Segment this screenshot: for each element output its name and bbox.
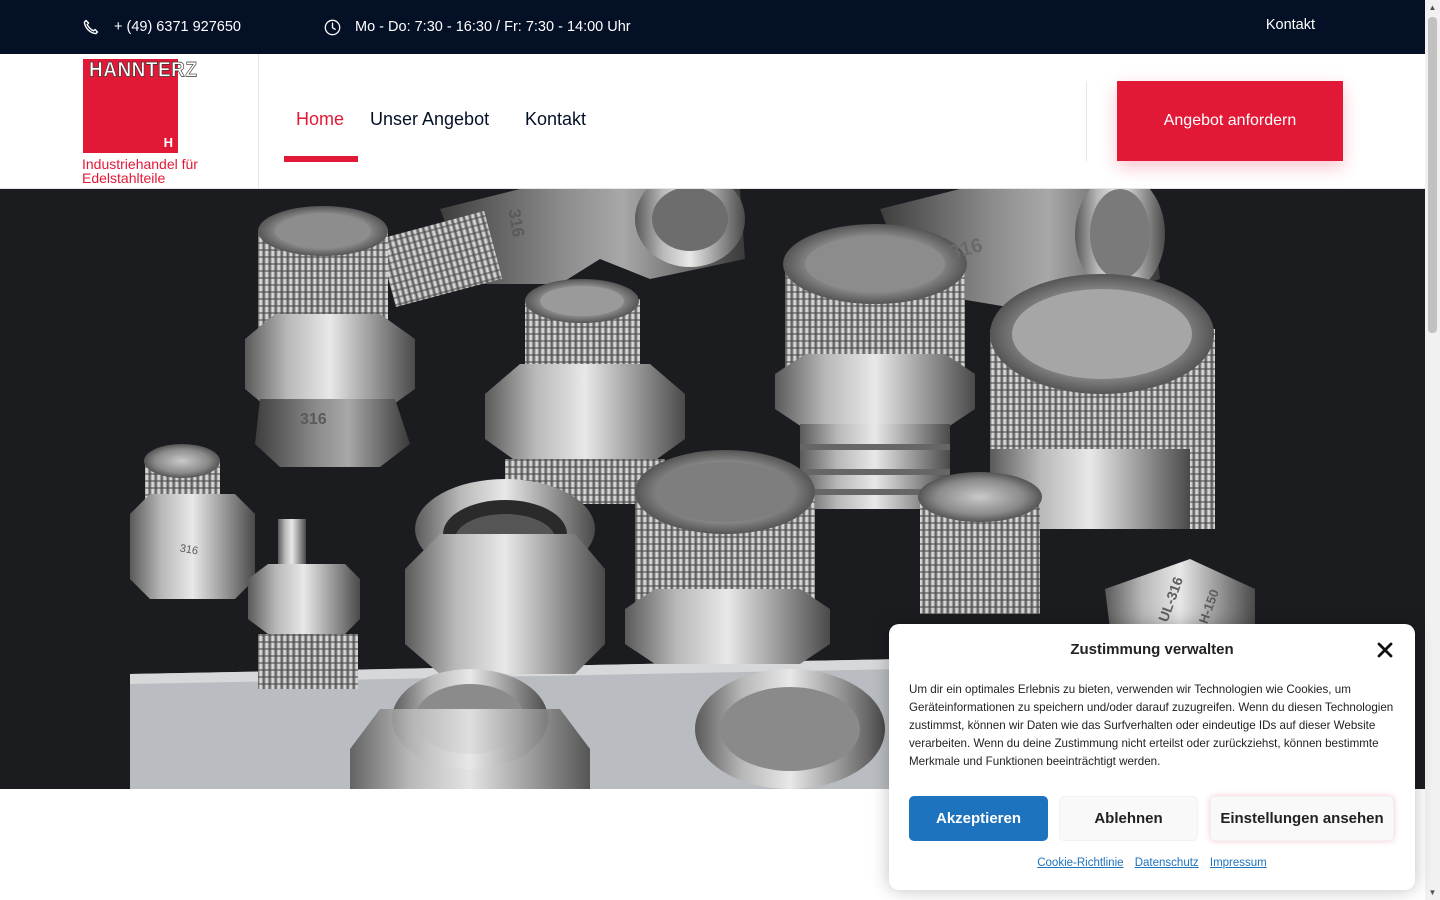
cookie-dialog-title: Zustimmung verwalten (1070, 641, 1234, 658)
cookie-dialog-text: Um dir ein optimales Erlebnis zu bieten,… (909, 683, 1394, 768)
site-header: HANNTERZ H Industriehandel für Edelstahl… (0, 54, 1425, 189)
logo[interactable]: HANNTERZ H (83, 59, 197, 153)
topbar-contact-link[interactable]: Kontakt (1266, 17, 1315, 33)
imprint-link[interactable]: Impressum (1210, 857, 1267, 869)
nav-active-indicator (284, 156, 358, 162)
topbar-hours-text: Mo - Do: 7:30 - 16:30 / Fr: 7:30 - 14:00… (355, 19, 631, 35)
logo-wordmark: HANNTERZ (89, 59, 198, 83)
top-bar: + (49) 6371 927650 Mo - Do: 7:30 - 16:30… (0, 0, 1425, 54)
phone-icon (82, 18, 100, 36)
clock-icon (323, 18, 341, 36)
close-icon[interactable] (1375, 640, 1395, 660)
accept-button[interactable]: Akzeptieren (909, 796, 1048, 841)
cookie-consent-dialog: Zustimmung verwalten Um dir ein optimale… (889, 624, 1415, 890)
page: + (49) 6371 927650 Mo - Do: 7:30 - 16:30… (0, 0, 1440, 900)
cookie-dialog-links: Cookie-Richtlinie Datenschutz Impressum (889, 857, 1415, 869)
request-quote-button[interactable]: Angebot anfordern (1117, 81, 1343, 161)
logo-mark: H (163, 135, 173, 150)
header-divider-right (1086, 81, 1087, 161)
stamp-316-a: 316 (300, 411, 327, 428)
privacy-link[interactable]: Datenschutz (1135, 857, 1199, 869)
deny-button[interactable]: Ablehnen (1059, 796, 1198, 841)
scroll-up-arrow-icon[interactable]: ▲ (1425, 0, 1440, 15)
page-scrollbar[interactable]: ▲ ▼ (1425, 0, 1440, 900)
cookie-policy-link[interactable]: Cookie-Richtlinie (1037, 857, 1123, 869)
nav-item-kontakt[interactable]: Kontakt (525, 109, 586, 130)
header-divider (258, 54, 259, 188)
topbar-hours: Mo - Do: 7:30 - 16:30 / Fr: 7:30 - 14:00… (323, 0, 631, 54)
scroll-down-arrow-icon[interactable]: ▼ (1425, 885, 1440, 900)
nav-item-unser-angebot[interactable]: Unser Angebot (370, 109, 489, 130)
view-preferences-button[interactable]: Einstellungen ansehen (1210, 796, 1394, 841)
nav-item-home[interactable]: Home (296, 109, 344, 130)
topbar-phone[interactable]: + (49) 6371 927650 (82, 0, 241, 54)
tagline: Industriehandel für Edelstahlteile (82, 156, 198, 186)
scrollbar-thumb[interactable] (1428, 17, 1437, 333)
topbar-phone-text: + (49) 6371 927650 (114, 19, 241, 35)
